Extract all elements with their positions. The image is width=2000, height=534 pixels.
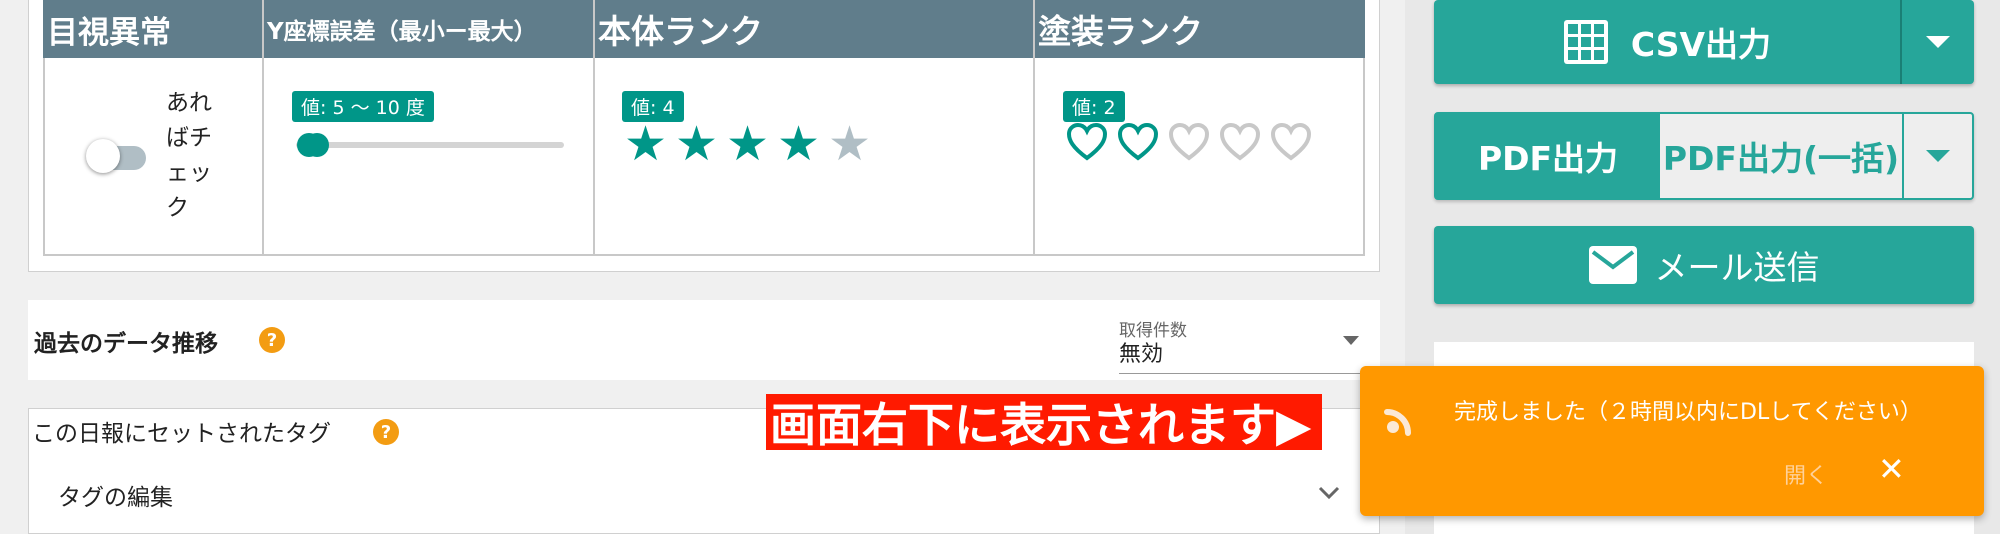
visual-check-label: あれ ばチ ェッ ク [166, 90, 212, 221]
heart-icon[interactable] [1117, 122, 1159, 162]
pdf-dropdown-button[interactable] [1904, 114, 1972, 198]
star-icon[interactable]: ★ [828, 120, 871, 168]
slider-handle-max[interactable] [304, 133, 329, 157]
heart-icon[interactable] [1219, 122, 1261, 162]
close-icon[interactable]: ✕ [1878, 450, 1905, 488]
csv-export-button[interactable]: CSV出力 [1434, 0, 1900, 84]
star-icon[interactable]: ★ [624, 120, 667, 168]
heart-icon[interactable] [1066, 122, 1108, 162]
column-divider [593, 0, 595, 256]
help-icon[interactable]: ? [259, 327, 285, 353]
star-icon[interactable]: ★ [777, 120, 820, 168]
table-grid-icon [1563, 20, 1608, 64]
star-icon[interactable]: ★ [726, 120, 769, 168]
csv-dropdown-button[interactable] [1902, 0, 1974, 84]
heart-icon[interactable] [1168, 122, 1210, 162]
toast-message: 完成しました（２時間以内にDLしてください） [1454, 400, 1922, 425]
star-icon[interactable]: ★ [675, 120, 718, 168]
toggle-knob[interactable] [86, 139, 120, 173]
caret-down-icon [1343, 336, 1359, 345]
csv-label: CSV出力 [1630, 25, 1772, 64]
pdf-bulk-export-button[interactable]: PDF出力(一括) [1660, 114, 1902, 198]
envelope-icon [1588, 246, 1637, 284]
pdf-button-group: PDF出力 PDF出力(一括) [1434, 112, 1974, 200]
column-divider [1033, 0, 1035, 256]
download-toast: 完成しました（２時間以内にDLしてください） 開く ✕ [1360, 366, 1984, 516]
tag-edit-row[interactable]: タグの編集 [28, 468, 1380, 520]
heart-icon[interactable] [1270, 122, 1312, 162]
toast-open-button[interactable]: 開く [1784, 458, 1828, 490]
rss-feed-icon [1384, 409, 1411, 436]
header-paint-rank: 塗装ランク [1034, 0, 1365, 58]
fetch-count-value: 無効 [1119, 342, 1164, 367]
tags-title: この日報にセットされたタグ [32, 421, 331, 447]
fetch-count-select[interactable]: 無効 [1119, 336, 1361, 374]
caret-down-icon [1926, 150, 1950, 162]
header-visual: 目視異常 [43, 0, 263, 58]
paint-rank-badge: 値: 2 [1063, 91, 1125, 122]
csv-button-group: CSV出力 [1434, 0, 1974, 84]
header-y-error: Y座標誤差（最小ー最大） [263, 0, 594, 58]
caret-down-icon [1926, 36, 1950, 48]
tag-edit-label: タグの編集 [58, 485, 173, 511]
annotation-banner: 画面右下に表示されます▶ [766, 394, 1322, 452]
column-divider [262, 0, 264, 256]
mail-label: メール送信 [1654, 248, 1820, 287]
help-icon[interactable]: ? [373, 419, 399, 445]
y-error-range-slider[interactable] [296, 142, 564, 148]
pdf-export-button[interactable]: PDF出力 [1436, 114, 1660, 198]
chevron-down-icon [1318, 486, 1340, 500]
history-title: 過去のデータ推移 [34, 331, 218, 357]
header-body-rank: 本体ランク [594, 0, 1034, 58]
y-error-badge: 値: 5 〜 10 度 [292, 91, 434, 122]
send-mail-button[interactable]: メール送信 [1434, 226, 1974, 304]
